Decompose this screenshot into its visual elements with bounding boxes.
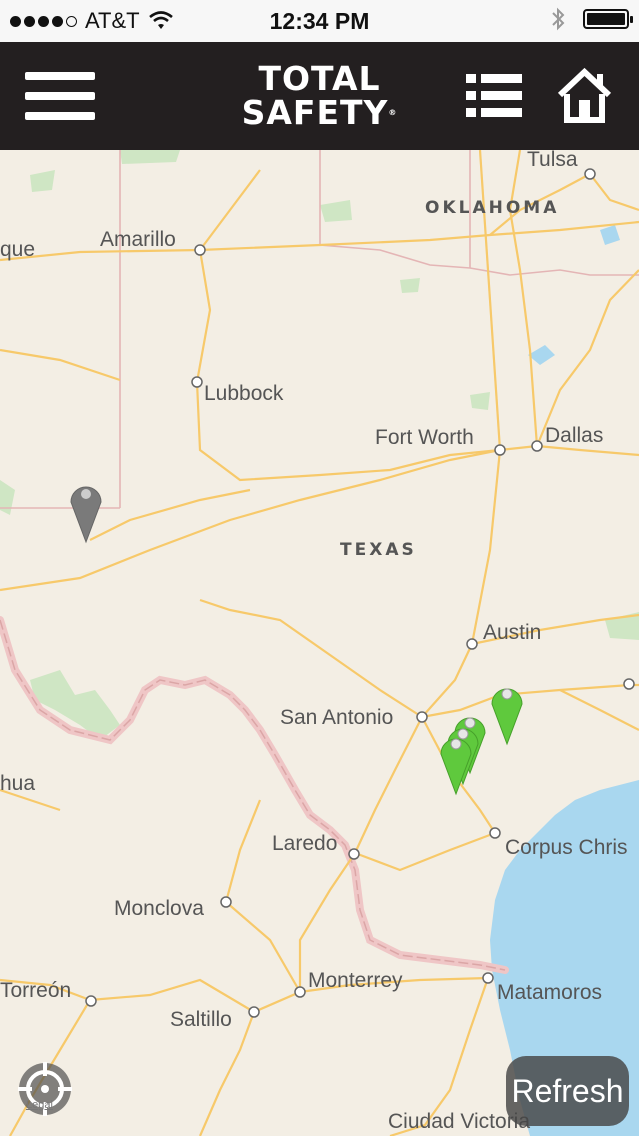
map-pin-active[interactable]	[487, 676, 527, 746]
logo-line-1: TOTAL	[258, 59, 381, 98]
map-pin-inactive[interactable]	[66, 474, 106, 544]
map-pin-active[interactable]	[436, 726, 476, 796]
legal-link[interactable]: Legal	[26, 1099, 53, 1111]
map-label-fort-worth: Fort Worth	[375, 426, 474, 449]
map-label-texas: TEXAS	[340, 540, 417, 560]
app-header: TOTAL SAFETY®	[0, 42, 639, 150]
map-label-dallas: Dallas	[545, 424, 604, 447]
map-label-monclova: Monclova	[114, 897, 204, 920]
total-safety-logo: TOTAL SAFETY®	[0, 62, 639, 130]
locate-crosshair-icon[interactable]	[10, 1054, 80, 1124]
map-label-matamoros: Matamoros	[497, 981, 603, 1004]
map-label-corpus-christi: Corpus Chris	[505, 836, 628, 859]
map-label-tulsa: Tulsa	[527, 148, 578, 171]
map-label-laredo: Laredo	[272, 832, 338, 855]
map-label-austin: Austin	[483, 621, 542, 644]
map-label-san-antonio: San Antonio	[280, 706, 394, 729]
status-right	[551, 7, 633, 31]
bluetooth-icon	[552, 7, 565, 31]
map-label-oklahoma: OKLAHOMA	[425, 198, 560, 218]
map-label-saltillo: Saltillo	[170, 1008, 232, 1031]
map-label-torreon: Torreón	[0, 979, 72, 1002]
list-view-icon[interactable]	[466, 72, 522, 120]
map-label-amarillo: Amarillo	[100, 228, 176, 251]
logo-registered-mark: ®	[388, 108, 398, 117]
refresh-button[interactable]: Refresh	[506, 1056, 629, 1126]
home-icon[interactable]	[556, 67, 613, 123]
battery-icon	[583, 9, 633, 29]
logo-line-2: SAFETY	[241, 93, 389, 132]
map-label-lubbock: Lubbock	[204, 382, 284, 405]
map-label-que: que	[0, 238, 36, 261]
status-bar: AT&T 12:34 PM	[0, 0, 639, 42]
map-label-hua: hua	[0, 772, 36, 795]
map-label-monterrey: Monterrey	[308, 969, 403, 992]
status-time: 12:34 PM	[269, 8, 370, 34]
